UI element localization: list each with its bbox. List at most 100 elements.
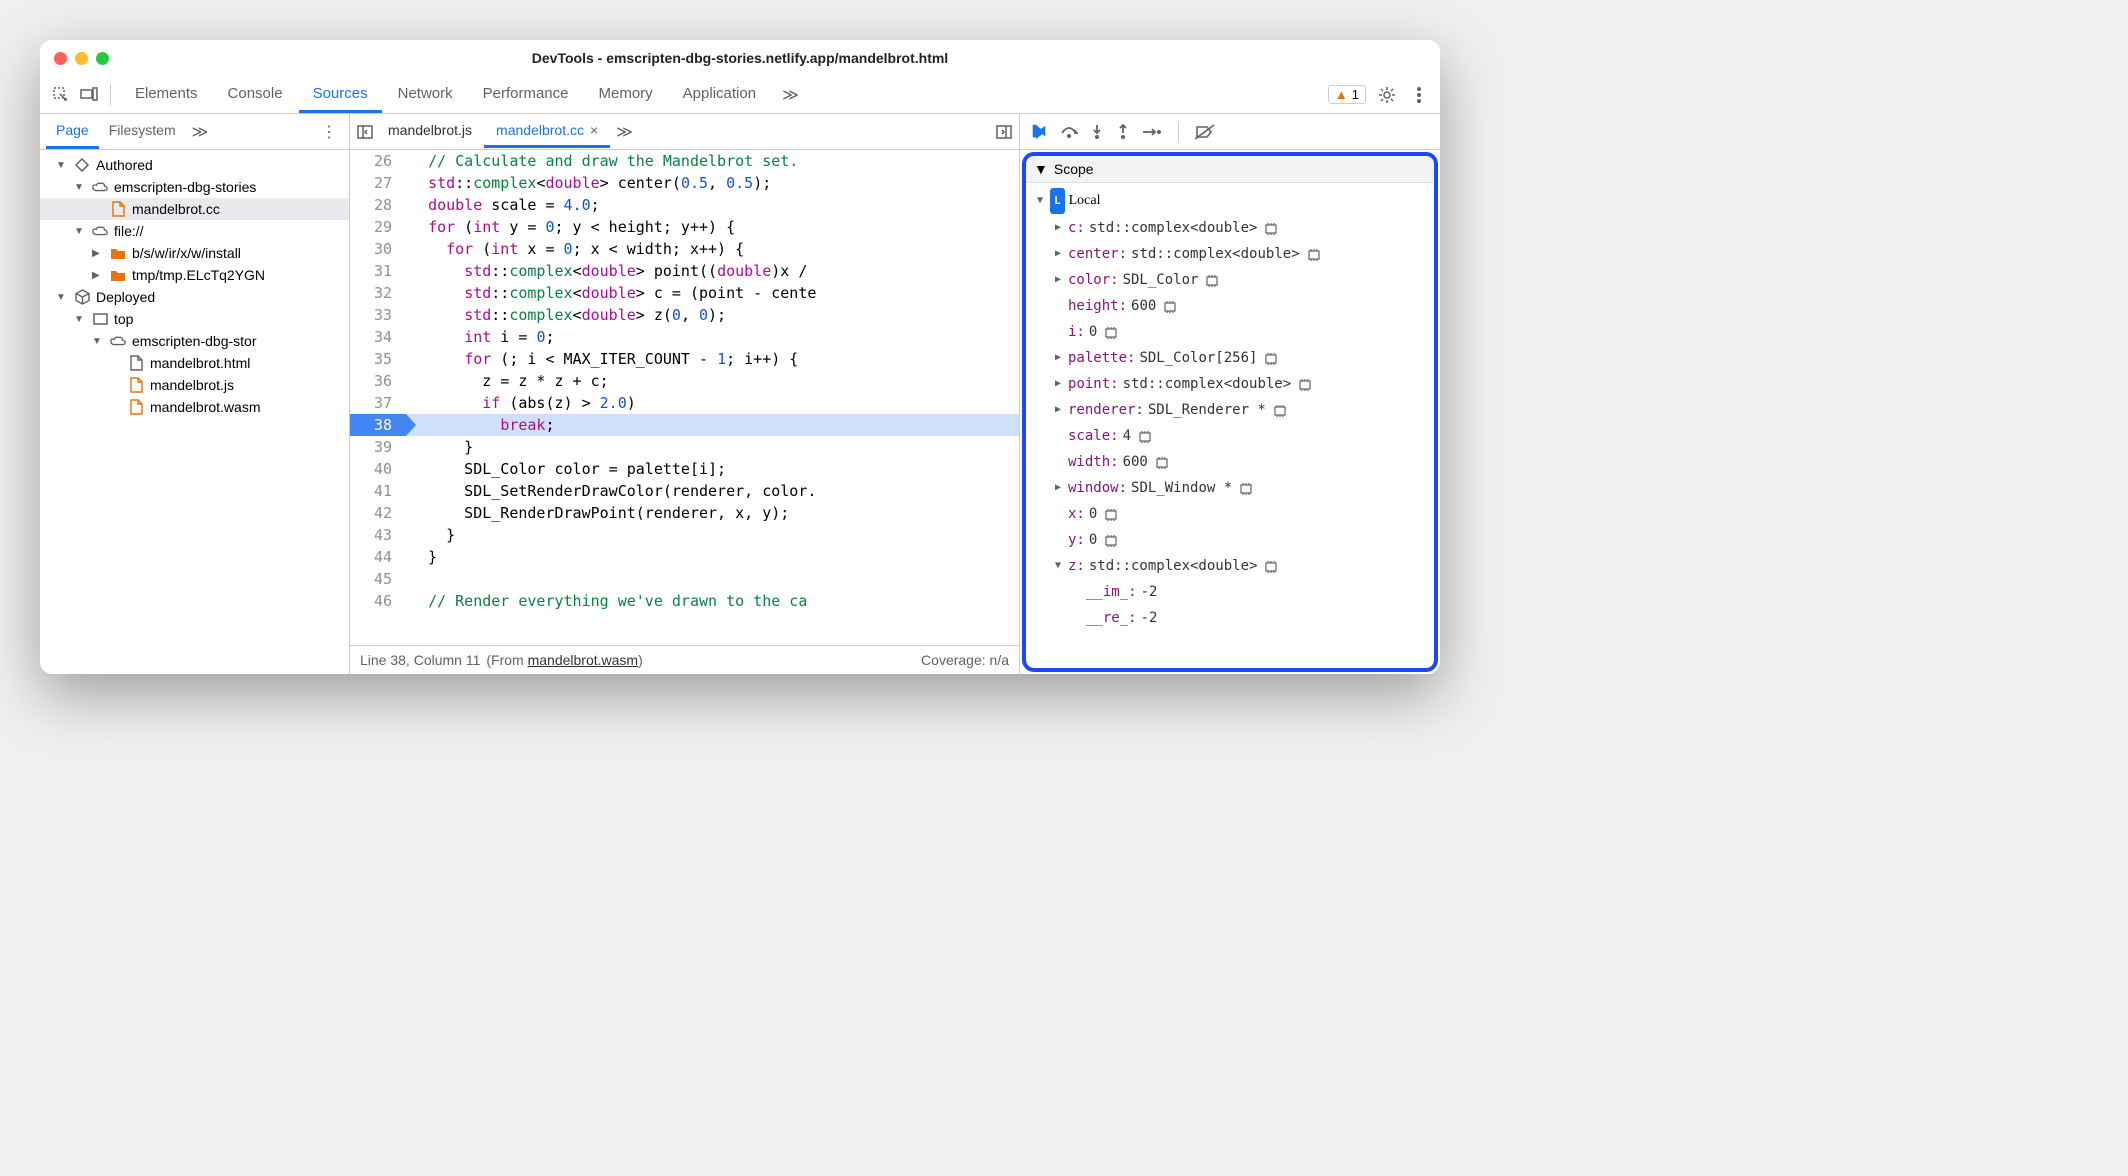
minimize-window-button[interactable]: [75, 52, 88, 65]
scope-variable[interactable]: ▶color: SDL_Color: [1026, 267, 1434, 293]
editor-overflow-icon[interactable]: ≫: [610, 116, 639, 148]
memory-icon[interactable]: [1160, 294, 1177, 318]
memory-icon[interactable]: [1261, 346, 1278, 370]
tree-item[interactable]: mandelbrot.html: [40, 352, 349, 374]
panel-tab-performance[interactable]: Performance: [469, 77, 583, 113]
gutter-line[interactable]: 33: [350, 304, 406, 326]
gutter-line[interactable]: 40: [350, 458, 406, 480]
scope-variable[interactable]: __re_: -2: [1026, 605, 1434, 631]
scope-variable[interactable]: scale: 4: [1026, 423, 1434, 449]
code-editor[interactable]: 26 // Calculate and draw the Mandelbrot …: [350, 150, 1019, 645]
tree-item[interactable]: mandelbrot.js: [40, 374, 349, 396]
scope-variable[interactable]: height: 600: [1026, 293, 1434, 319]
toggle-navigator-icon[interactable]: [354, 121, 376, 143]
tree-item[interactable]: ▼emscripten-dbg-stor: [40, 330, 349, 352]
panel-tab-elements[interactable]: Elements: [121, 77, 212, 113]
gutter-line[interactable]: 37: [350, 392, 406, 414]
code-line[interactable]: std::complex<double> c = (point - cente: [406, 282, 1019, 304]
gutter-line[interactable]: 32: [350, 282, 406, 304]
scope-variable[interactable]: ▼z: std::complex<double>: [1026, 553, 1434, 579]
zoom-window-button[interactable]: [96, 52, 109, 65]
gutter-line[interactable]: 35: [350, 348, 406, 370]
memory-icon[interactable]: [1135, 424, 1152, 448]
close-window-button[interactable]: [54, 52, 67, 65]
scope-variable[interactable]: ▶center: std::complex<double>: [1026, 241, 1434, 267]
memory-icon[interactable]: [1202, 268, 1219, 292]
gutter-line[interactable]: 46: [350, 590, 406, 612]
code-line[interactable]: std::complex<double> point((double)x /: [406, 260, 1019, 282]
gutter-line[interactable]: 39: [350, 436, 406, 458]
tree-item[interactable]: ▶b/s/w/ir/x/w/install: [40, 242, 349, 264]
warnings-badge[interactable]: ▲1: [1328, 85, 1366, 104]
tree-item[interactable]: mandelbrot.cc: [40, 198, 349, 220]
tree-item[interactable]: ▼top: [40, 308, 349, 330]
tree-item[interactable]: ▼Authored: [40, 154, 349, 176]
gutter-line[interactable]: 28: [350, 194, 406, 216]
scope-local[interactable]: ▼LLocal: [1026, 187, 1434, 215]
memory-icon[interactable]: [1295, 372, 1312, 396]
memory-icon[interactable]: [1101, 502, 1118, 526]
step-button[interactable]: [1142, 126, 1162, 138]
memory-icon[interactable]: [1236, 476, 1253, 500]
gutter-line[interactable]: 26: [350, 150, 406, 172]
memory-icon[interactable]: [1304, 242, 1321, 266]
code-line[interactable]: int i = 0;: [406, 326, 1019, 348]
code-line[interactable]: }: [406, 436, 1019, 458]
inspect-icon[interactable]: [50, 84, 72, 106]
device-toolbar-icon[interactable]: [78, 84, 100, 106]
deactivate-breakpoints-button[interactable]: [1195, 124, 1215, 140]
scope-variable[interactable]: y: 0: [1026, 527, 1434, 553]
code-line[interactable]: for (int y = 0; y < height; y++) {: [406, 216, 1019, 238]
memory-icon[interactable]: [1261, 216, 1278, 240]
code-line[interactable]: // Calculate and draw the Mandelbrot set…: [406, 150, 1019, 172]
scope-variable[interactable]: ▶point: std::complex<double>: [1026, 371, 1434, 397]
code-line[interactable]: }: [406, 524, 1019, 546]
code-line[interactable]: if (abs(z) > 2.0): [406, 392, 1019, 414]
code-line[interactable]: // Render everything we've drawn to the …: [406, 590, 1019, 612]
code-line[interactable]: [406, 568, 1019, 590]
tree-item[interactable]: mandelbrot.wasm: [40, 396, 349, 418]
panel-tab-network[interactable]: Network: [384, 77, 467, 113]
gutter-line[interactable]: 30: [350, 238, 406, 260]
scope-header[interactable]: ▼Scope: [1026, 156, 1434, 183]
gutter-line[interactable]: 44: [350, 546, 406, 568]
scope-variable[interactable]: ▶c: std::complex<double>: [1026, 215, 1434, 241]
tree-item[interactable]: ▼emscripten-dbg-stories: [40, 176, 349, 198]
memory-icon[interactable]: [1101, 320, 1118, 344]
code-line[interactable]: SDL_SetRenderDrawColor(renderer, color.: [406, 480, 1019, 502]
scope-variable[interactable]: __im_: -2: [1026, 579, 1434, 605]
close-tab-icon[interactable]: ×: [590, 122, 598, 138]
settings-icon[interactable]: [1376, 84, 1398, 106]
panel-tab-console[interactable]: Console: [214, 77, 297, 113]
code-line[interactable]: std::complex<double> center(0.5, 0.5);: [406, 172, 1019, 194]
gutter-line[interactable]: 45: [350, 568, 406, 590]
code-line[interactable]: SDL_RenderDrawPoint(renderer, x, y);: [406, 502, 1019, 524]
step-over-button[interactable]: [1060, 125, 1078, 139]
scope-variable[interactable]: ▶palette: SDL_Color[256]: [1026, 345, 1434, 371]
source-map-link[interactable]: mandelbrot.wasm: [528, 652, 639, 668]
scope-variable[interactable]: ▶window: SDL_Window *: [1026, 475, 1434, 501]
code-line[interactable]: z = z * z + c;: [406, 370, 1019, 392]
scope-variable[interactable]: i: 0: [1026, 319, 1434, 345]
scope-variable[interactable]: x: 0: [1026, 501, 1434, 527]
memory-icon[interactable]: [1152, 450, 1169, 474]
gutter-line[interactable]: 41: [350, 480, 406, 502]
kebab-menu-icon[interactable]: [1408, 84, 1430, 106]
panel-tab-application[interactable]: Application: [669, 77, 770, 113]
gutter-line[interactable]: 29: [350, 216, 406, 238]
memory-icon[interactable]: [1261, 554, 1278, 578]
gutter-line[interactable]: 38: [350, 414, 406, 436]
memory-icon[interactable]: [1101, 528, 1118, 552]
navigator-tab-filesystem[interactable]: Filesystem: [99, 114, 186, 149]
code-line[interactable]: for (; i < MAX_ITER_COUNT - 1; i++) {: [406, 348, 1019, 370]
resume-button[interactable]: [1030, 123, 1048, 141]
gutter-line[interactable]: 27: [350, 172, 406, 194]
step-into-button[interactable]: [1090, 124, 1104, 140]
panels-overflow-icon[interactable]: ≫: [776, 79, 805, 111]
scope-variable[interactable]: width: 600: [1026, 449, 1434, 475]
panel-tab-sources[interactable]: Sources: [299, 77, 382, 113]
code-line[interactable]: std::complex<double> z(0, 0);: [406, 304, 1019, 326]
editor-tab[interactable]: mandelbrot.cc×: [484, 115, 610, 148]
scope-variable[interactable]: ▶renderer: SDL_Renderer *: [1026, 397, 1434, 423]
code-line[interactable]: double scale = 4.0;: [406, 194, 1019, 216]
